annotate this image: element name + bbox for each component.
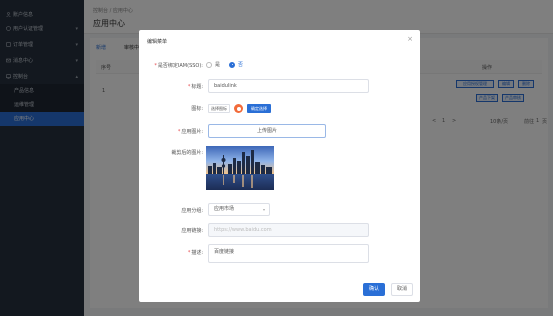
icon-label: 图标:: [191, 106, 203, 112]
radio-iam-yes[interactable]: 是: [206, 61, 220, 68]
close-icon[interactable]: ×: [407, 35, 413, 43]
radio-iam-no[interactable]: 否: [229, 61, 243, 68]
confirm-button[interactable]: 确认: [363, 283, 385, 296]
link-input[interactable]: https://www.baidu.com: [208, 223, 369, 237]
description-textarea[interactable]: 百度链接: [208, 244, 369, 263]
dialog-title: 编辑菜单: [147, 39, 168, 45]
confirm-icon-button[interactable]: 确定选择: [247, 104, 271, 113]
link-label: 应用链接:: [181, 228, 203, 234]
desc-label: *描述:: [187, 250, 203, 256]
radio-label: 否: [238, 62, 244, 68]
cropped-label: 裁剪后的图片:: [171, 150, 203, 156]
title-label: *标题:: [187, 84, 203, 90]
iam-label-text: 是否绑定IAM(SSO):: [157, 63, 203, 69]
edit-menu-dialog: 编辑菜单 × *是否绑定IAM(SSO): 是 否 *标题: baidulink…: [139, 30, 420, 302]
title-input[interactable]: baidulink: [208, 79, 369, 93]
cropped-image-preview: [206, 146, 274, 190]
upload-label: *应用图片:: [177, 129, 203, 135]
chevron-down-icon: ▾: [262, 207, 265, 212]
choose-icon-button[interactable]: 选择图标: [208, 104, 230, 113]
upload-label-text: 应用图片:: [181, 129, 203, 135]
radio-dot[interactable]: [229, 61, 235, 68]
upload-image-button[interactable]: 上传图片: [208, 124, 326, 138]
desc-label-text: 描述:: [191, 250, 203, 256]
category-select-value: 应用市场: [214, 206, 235, 212]
iam-label: *是否绑定IAM(SSO):: [154, 63, 203, 69]
category-label: 应用分组:: [181, 208, 203, 214]
category-select[interactable]: 应用市场 ▾: [208, 203, 270, 216]
selected-icon-preview: [234, 104, 243, 113]
radio-dot[interactable]: [206, 61, 212, 68]
title-label-text: 标题:: [191, 84, 203, 90]
cancel-button[interactable]: 取消: [391, 283, 413, 296]
radio-label: 是: [215, 62, 221, 68]
